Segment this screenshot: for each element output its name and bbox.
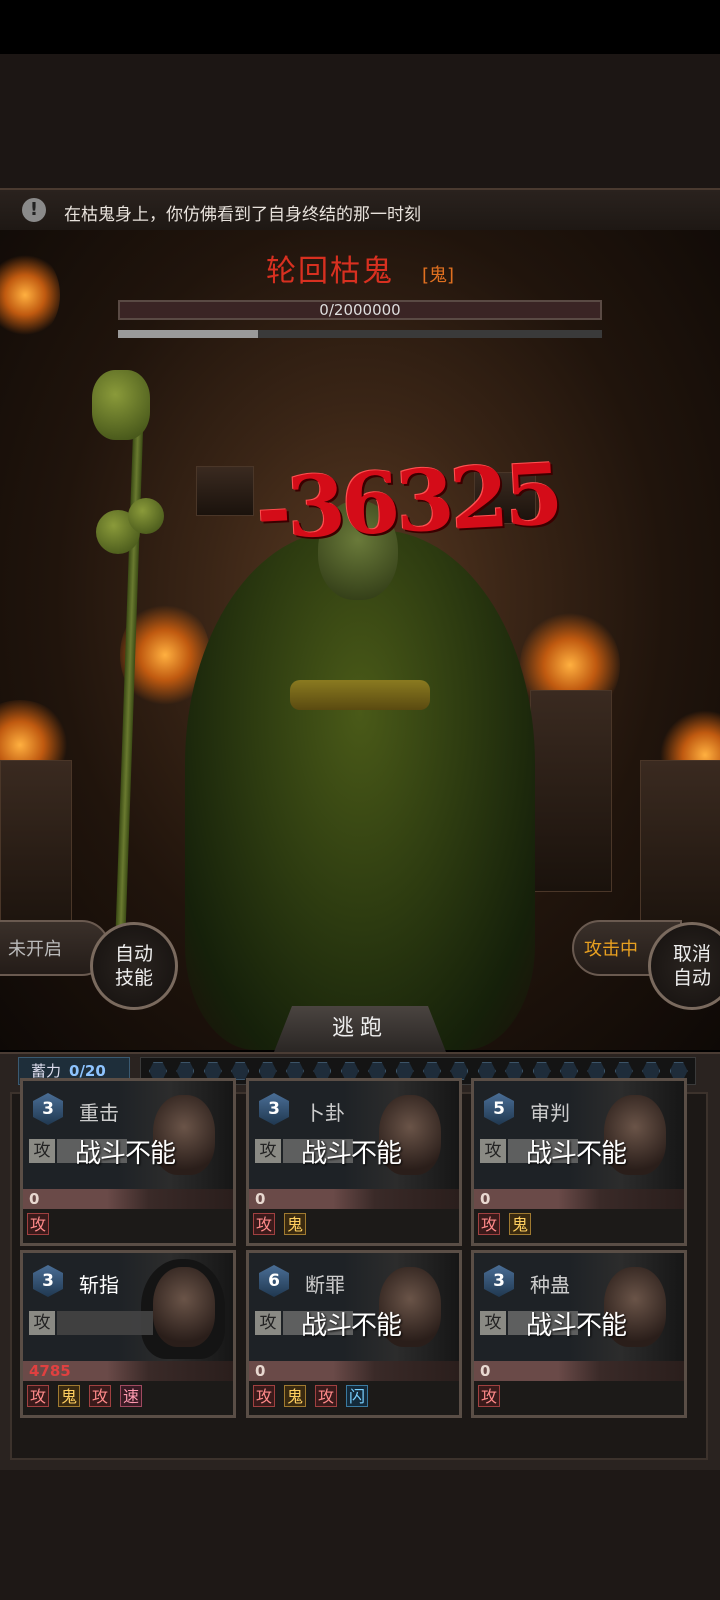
- value-bar: 0: [249, 1361, 459, 1381]
- attack-icon-box: 攻: [29, 1139, 55, 1163]
- skill-tags: 攻鬼攻闪: [253, 1385, 377, 1409]
- altar-left: [196, 466, 254, 516]
- skill-tag: 鬼: [58, 1385, 80, 1407]
- status-bar: [0, 0, 720, 54]
- skill-tag: 攻: [253, 1213, 275, 1235]
- auto-skill-button[interactable]: 自动 技能: [90, 922, 178, 1010]
- character-face: [153, 1267, 215, 1347]
- value-text: 0: [480, 1362, 491, 1380]
- character-card[interactable]: 3 重击攻战斗不能 0 攻: [20, 1078, 236, 1246]
- boss-type: [鬼]: [421, 265, 455, 286]
- skill-name: 种蛊: [530, 1273, 570, 1297]
- skill-tag: 鬼: [284, 1213, 306, 1235]
- info-icon: !: [22, 198, 46, 222]
- attack-icon-box: 攻: [480, 1311, 506, 1335]
- attack-icon-box: 攻: [255, 1139, 281, 1163]
- value-bar: 0: [23, 1189, 233, 1209]
- skill-tag: 鬼: [284, 1385, 306, 1407]
- character-card[interactable]: 3 斩指攻 4785 攻鬼攻速: [20, 1250, 236, 1418]
- boss-name-text: 轮回枯鬼: [265, 254, 394, 289]
- value-bar: 4785: [23, 1361, 233, 1381]
- boss-hp-bar: 0/2000000: [118, 300, 602, 320]
- staff-skull: [92, 370, 150, 440]
- status-text: 战斗不能: [526, 1311, 627, 1341]
- status-text: 战斗不能: [75, 1139, 176, 1169]
- attack-status-text: 攻击中: [584, 939, 638, 960]
- skill-tags: 攻: [478, 1385, 509, 1409]
- boss-hp-text: 0/2000000: [319, 301, 401, 319]
- skill-tag: 攻: [478, 1385, 500, 1407]
- skill-name: 斩指: [79, 1273, 119, 1297]
- skill-tag: 攻: [27, 1385, 49, 1407]
- value-bar: 0: [474, 1189, 684, 1209]
- auto-skill-label: 自动 技能: [114, 943, 153, 989]
- auto-skill-status-text: 未开启: [8, 939, 62, 960]
- attack-icon-box: 攻: [255, 1311, 281, 1335]
- value-text: 4785: [29, 1362, 71, 1380]
- staff-orb-2: [128, 498, 164, 534]
- value-text: 0: [255, 1362, 266, 1380]
- boss-sub-fill: [118, 330, 259, 338]
- notice-text: 在枯鬼身上，你仿佛看到了自身终结的那一时刻: [64, 205, 421, 225]
- skill-tag: 攻: [89, 1385, 111, 1407]
- value-bar: 0: [474, 1361, 684, 1381]
- pillar-left: [0, 760, 72, 942]
- skill-name: 卜卦: [305, 1101, 345, 1125]
- skill-tag: 鬼: [509, 1213, 531, 1235]
- skill-tag: 攻: [315, 1385, 337, 1407]
- boss-sub-bar: [118, 330, 602, 338]
- attack-icon-box: 攻: [480, 1139, 506, 1163]
- character-card[interactable]: 5 审判攻战斗不能 0 攻鬼: [471, 1078, 687, 1246]
- skill-tag: 闪: [346, 1385, 368, 1407]
- status-text: 战斗不能: [526, 1139, 627, 1169]
- skill-name: 断罪: [305, 1273, 345, 1297]
- value-text: 0: [29, 1190, 40, 1208]
- value-text: 0: [255, 1190, 266, 1208]
- skill-tag: 速: [120, 1385, 142, 1407]
- boss-name: 轮回枯鬼 [鬼]: [0, 246, 720, 290]
- action-bar: [57, 1311, 153, 1335]
- notice-banner: ! 在枯鬼身上，你仿佛看到了自身终结的那一时刻: [0, 188, 720, 232]
- skill-tags: 攻鬼: [253, 1213, 315, 1237]
- pillar-center-right: [530, 690, 612, 892]
- pillar-right: [640, 760, 720, 942]
- cancel-auto-label: 取消 自动: [672, 943, 711, 989]
- skill-tags: 攻鬼: [478, 1213, 540, 1237]
- background-top: [0, 54, 720, 188]
- character-card[interactable]: 3 卜卦攻战斗不能 0 攻鬼: [246, 1078, 462, 1246]
- flee-button[interactable]: 逃跑: [274, 1006, 446, 1052]
- character-card[interactable]: 6 断罪攻战斗不能 0 攻鬼攻闪: [246, 1250, 462, 1418]
- boss-belt: [290, 680, 430, 710]
- skill-tag: 攻: [27, 1213, 49, 1235]
- skill-tags: 攻: [27, 1213, 58, 1237]
- skill-tag: 攻: [253, 1385, 275, 1407]
- value-text: 0: [480, 1190, 491, 1208]
- skill-name: 审判: [530, 1101, 570, 1125]
- damage-number: -36325: [253, 444, 562, 559]
- attack-icon-box: 攻: [29, 1311, 55, 1335]
- boss-figure[interactable]: [185, 530, 535, 1050]
- skill-tags: 攻鬼攻速: [27, 1385, 151, 1409]
- value-bar: 0: [249, 1189, 459, 1209]
- status-text: 战斗不能: [301, 1311, 402, 1341]
- skill-name: 重击: [79, 1101, 119, 1125]
- background-bottom: [0, 1470, 720, 1600]
- skill-tag: 攻: [478, 1213, 500, 1235]
- character-card[interactable]: 3 种蛊攻战斗不能 0 攻: [471, 1250, 687, 1418]
- status-text: 战斗不能: [301, 1139, 402, 1169]
